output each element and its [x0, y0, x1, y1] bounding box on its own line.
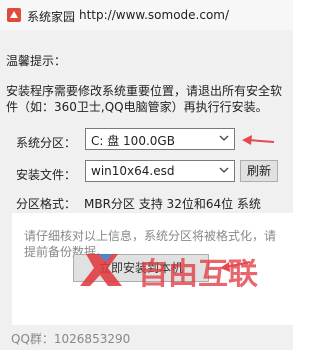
tips-heading: 温馨提示： [6, 54, 67, 68]
app-logo-icon [7, 8, 21, 22]
qq-group-text: QQ群：1026853290 [11, 332, 131, 346]
partition-label: 系统分区： [16, 136, 77, 150]
chevron-down-icon [219, 167, 229, 173]
install-file-select[interactable]: win10x64.esd [85, 160, 235, 182]
chevron-down-icon [219, 135, 229, 141]
watermark-logo: 自由互联 [80, 254, 258, 292]
tips-text: 安装程序需要修改系统重要位置，请退出所有安全软件（如：360卫士,QQ电脑管家）… [6, 84, 283, 114]
app-url-link[interactable]: http://www.somode.com/ [79, 8, 229, 22]
refresh-button[interactable]: 刷新 [240, 160, 278, 182]
title-bar: 系统家园 http://www.somode.com/ [0, 0, 293, 31]
partition-format-value: MBR分区 支持 32位和64位 系统 [84, 197, 261, 211]
install-file-select-value: win10x64.esd [91, 164, 175, 178]
red-arrow-icon [242, 135, 275, 145]
partition-select[interactable]: C: 盘 100.0GB [85, 128, 235, 150]
app-title: 系统家园 [27, 10, 76, 24]
partition-format-label: 分区格式： [16, 197, 77, 211]
partition-select-value: C: 盘 100.0GB [91, 134, 175, 148]
install-file-label: 安装文件： [16, 168, 77, 182]
red-arrow-icon [220, 261, 251, 272]
